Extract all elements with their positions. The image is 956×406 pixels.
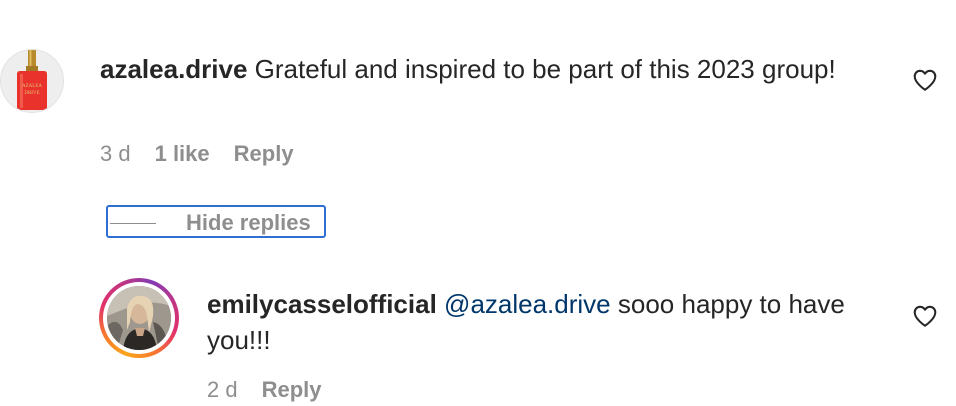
comment-meta: 3 d 1 like Reply <box>100 140 294 168</box>
story-ring-avatar[interactable] <box>99 278 179 358</box>
reply-button[interactable]: Reply <box>262 376 322 404</box>
comments-thread: AZALEA DRIVE azalea.drive Grateful and i… <box>0 0 956 406</box>
comment-timestamp[interactable]: 3 d <box>100 140 131 168</box>
profile-photo <box>107 286 171 350</box>
avatar[interactable]: AZALEA DRIVE <box>0 49 64 113</box>
comment-body: azalea.drive Grateful and inspired to be… <box>100 51 860 87</box>
svg-text:AZALEA: AZALEA <box>22 84 42 89</box>
comment-text: Grateful and inspired to be part of this… <box>254 54 836 84</box>
like-heart-icon[interactable] <box>912 303 938 329</box>
divider-line <box>110 223 156 224</box>
comment-username[interactable]: azalea.drive <box>100 54 247 84</box>
reply-button[interactable]: Reply <box>234 140 294 168</box>
svg-text:DRIVE: DRIVE <box>24 91 39 96</box>
nail-polish-bottle-icon: AZALEA DRIVE <box>17 50 47 110</box>
hide-replies-label: Hide replies <box>186 210 311 235</box>
avatar-ring-gap <box>103 282 175 354</box>
reply-username[interactable]: emilycasselofficial <box>207 289 437 319</box>
like-heart-icon[interactable] <box>912 67 938 93</box>
like-count[interactable]: 1 like <box>155 140 210 168</box>
reply-meta: 2 d Reply <box>207 376 322 404</box>
hide-replies-button[interactable]: Hide replies <box>106 205 326 238</box>
reply-timestamp[interactable]: 2 d <box>207 376 238 404</box>
avatar <box>107 286 171 350</box>
mention-link[interactable]: @azalea.drive <box>444 289 611 319</box>
reply-body: emilycasselofficial @azalea.drive sooo h… <box>207 286 887 358</box>
